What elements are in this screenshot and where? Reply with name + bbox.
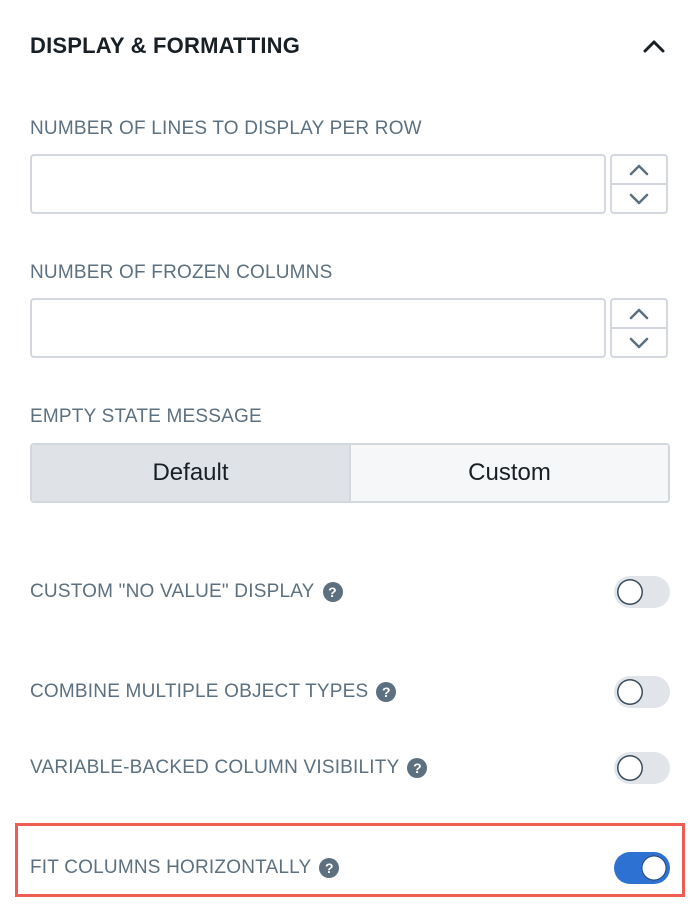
- empty-state-label: EMPTY STATE MESSAGE: [30, 406, 262, 427]
- empty-state-segmented-control: Default Custom: [30, 443, 670, 503]
- combine-object-types-switch[interactable]: [614, 676, 670, 708]
- help-icon[interactable]: ?: [407, 758, 428, 778]
- toggle-row-custom-no-value: CUSTOM "NO VALUE" DISPLAY ?: [30, 574, 670, 610]
- help-icon[interactable]: ?: [322, 582, 343, 602]
- frozen-columns-increment-button[interactable]: [612, 300, 666, 327]
- chevron-up-icon: [629, 164, 649, 175]
- toggle-label-wrap: VARIABLE-BACKED COLUMN VISIBILITY ?: [30, 757, 428, 779]
- toggle-label-wrap: CUSTOM "NO VALUE" DISPLAY ?: [30, 581, 343, 603]
- chevron-up-icon: [643, 40, 665, 53]
- help-icon[interactable]: ?: [376, 682, 397, 702]
- empty-state-default-option[interactable]: Default: [32, 445, 349, 501]
- chevron-up-icon: [629, 308, 649, 319]
- toggle-row-variable-backed-visibility: VARIABLE-BACKED COLUMN VISIBILITY ?: [30, 750, 670, 786]
- switch-knob: [617, 679, 643, 705]
- frozen-columns-label: NUMBER OF FROZEN COLUMNS: [30, 262, 333, 283]
- frozen-columns-stepper: [610, 298, 668, 358]
- frozen-columns-input[interactable]: [30, 298, 606, 358]
- chevron-down-icon: [629, 193, 649, 204]
- lines-per-row-increment-button[interactable]: [612, 156, 666, 183]
- lines-per-row-input[interactable]: [30, 154, 606, 214]
- lines-per-row-stepper: [610, 154, 668, 214]
- highlight-box: [15, 823, 685, 897]
- section-header: DISPLAY & FORMATTING: [30, 30, 670, 62]
- toggle-label-wrap: COMBINE MULTIPLE OBJECT TYPES ?: [30, 681, 397, 703]
- switch-knob: [617, 579, 643, 605]
- custom-no-value-label: CUSTOM "NO VALUE" DISPLAY: [30, 581, 315, 602]
- chevron-down-icon: [629, 337, 649, 348]
- switch-knob: [617, 755, 643, 781]
- combine-object-types-label: COMBINE MULTIPLE OBJECT TYPES: [30, 681, 369, 702]
- variable-backed-visibility-switch[interactable]: [614, 752, 670, 784]
- variable-backed-visibility-label: VARIABLE-BACKED COLUMN VISIBILITY: [30, 757, 400, 778]
- frozen-columns-decrement-button[interactable]: [612, 327, 666, 356]
- lines-per-row-decrement-button[interactable]: [612, 183, 666, 212]
- collapse-button[interactable]: [638, 30, 670, 62]
- lines-per-row-label: NUMBER OF LINES TO DISPLAY PER ROW: [30, 118, 422, 139]
- section-title: DISPLAY & FORMATTING: [30, 33, 301, 58]
- lines-per-row-numeric: [30, 154, 670, 214]
- empty-state-custom-option[interactable]: Custom: [349, 445, 668, 501]
- custom-no-value-switch[interactable]: [614, 576, 670, 608]
- frozen-columns-numeric: [30, 298, 670, 358]
- toggle-row-combine-object-types: COMBINE MULTIPLE OBJECT TYPES ?: [30, 674, 670, 710]
